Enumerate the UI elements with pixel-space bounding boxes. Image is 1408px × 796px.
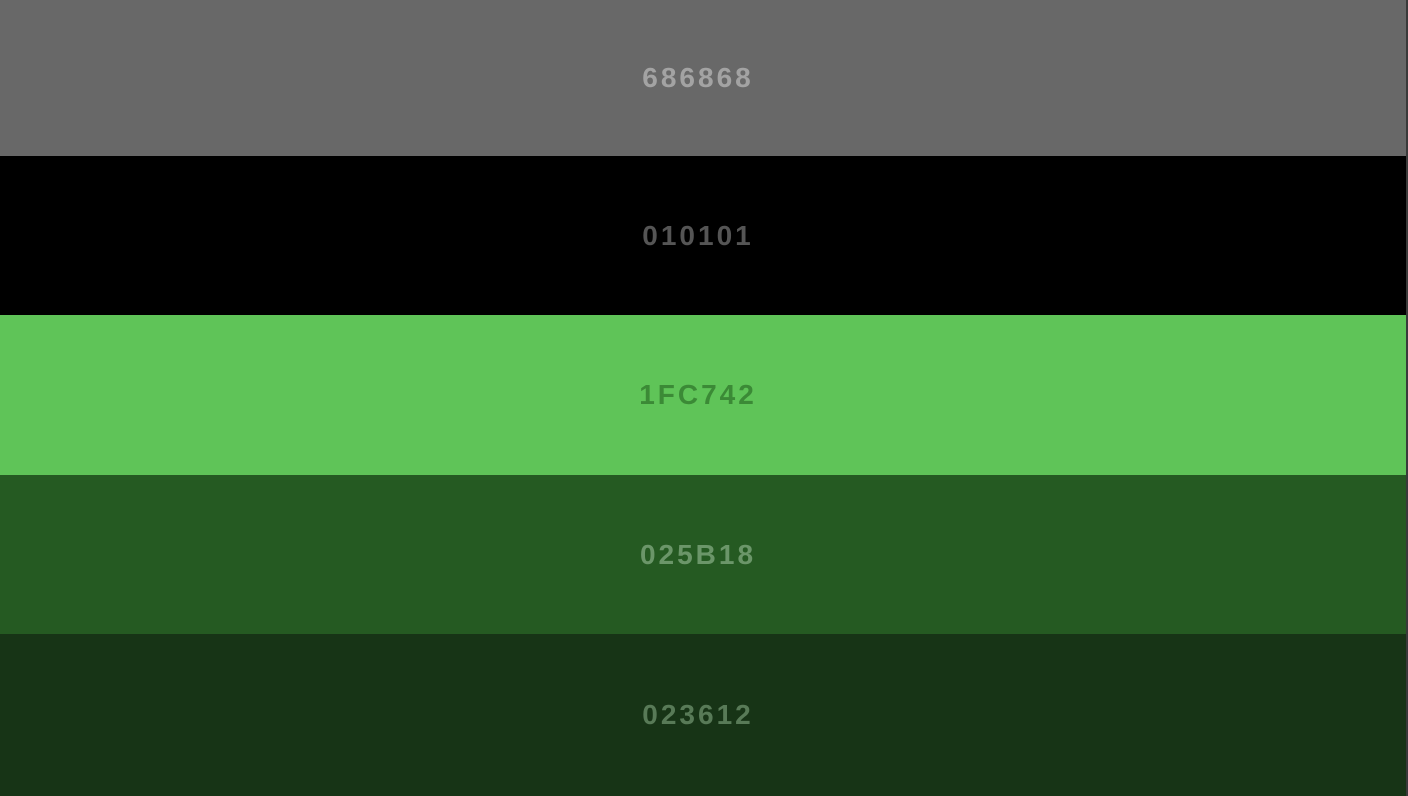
swatch-025b18[interactable]: 025B18 bbox=[0, 475, 1406, 634]
swatch-686868[interactable]: 686868 bbox=[0, 0, 1406, 156]
swatch-010101[interactable]: 010101 bbox=[0, 156, 1406, 315]
swatch-hex-label: 010101 bbox=[642, 219, 754, 251]
color-palette: 686868 010101 1FC742 025B18 023612 bbox=[0, 0, 1408, 796]
swatch-023612[interactable]: 023612 bbox=[0, 634, 1406, 796]
swatch-hex-label: 686868 bbox=[642, 62, 754, 93]
swatch-hex-label: 023612 bbox=[642, 699, 754, 730]
swatch-1fc742[interactable]: 1FC742 bbox=[0, 315, 1406, 475]
swatch-hex-label: 1FC742 bbox=[639, 379, 757, 410]
swatch-hex-label: 025B18 bbox=[639, 538, 757, 570]
